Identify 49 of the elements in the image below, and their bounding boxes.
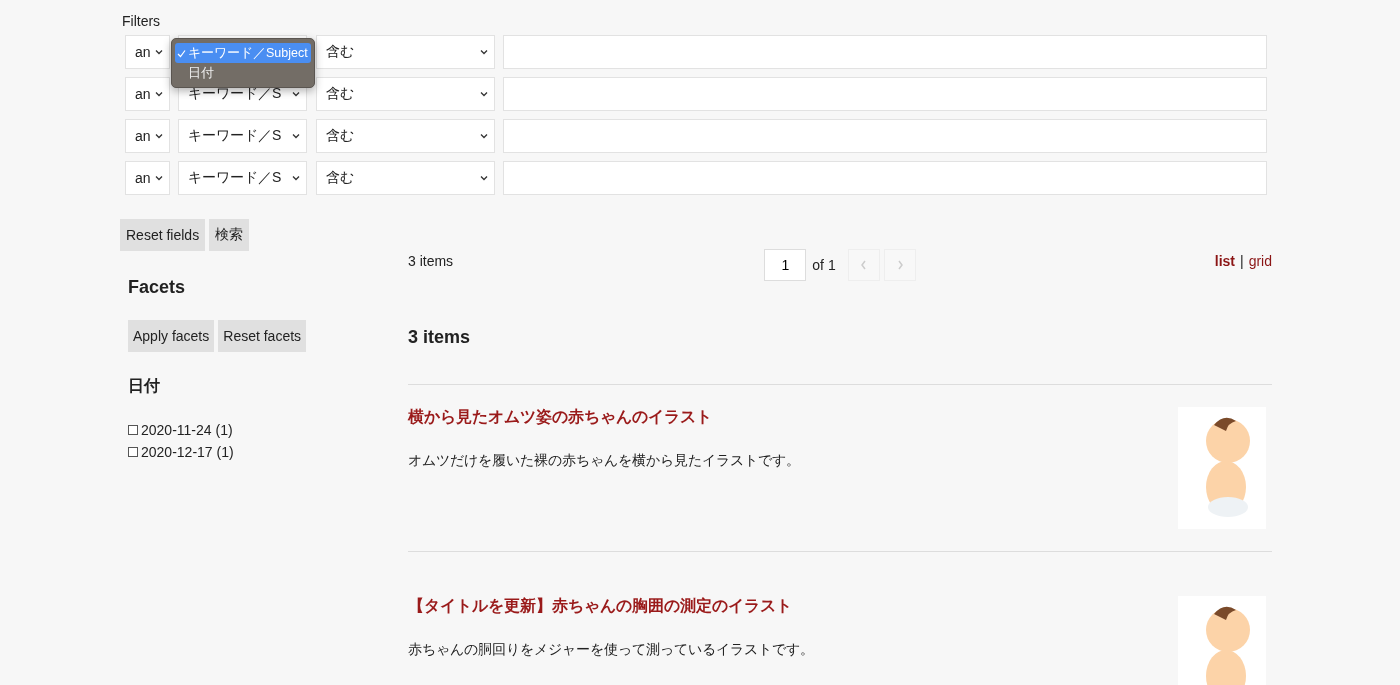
view-link[interactable]: list (1214, 253, 1235, 269)
item-description: 赤ちゃんの胴回りをメジャーを使って測っているイラストです。 (408, 641, 814, 659)
separator: | (1240, 253, 1244, 269)
results-heading: 3 items (408, 327, 472, 348)
chevron-down-icon (155, 133, 163, 139)
conjunction-select[interactable]: an (125, 77, 170, 111)
field-select[interactable]: キーワード／S (178, 161, 307, 195)
filters-label: Filters (122, 13, 161, 29)
operator-select[interactable]: 含む (316, 35, 495, 69)
chevron-down-icon (155, 175, 163, 181)
facet-group-heading: 日付 (128, 376, 161, 396)
item-title-link[interactable]: 【タイトルを更新】赤ちゃんの胸囲の測定のイラスト (408, 596, 792, 617)
filter-value-field[interactable] (503, 35, 1267, 69)
conjunction-select[interactable]: an (125, 119, 170, 153)
facet-option-label: 2020-11-24 (1) (141, 422, 233, 438)
operator-select[interactable]: 含む (316, 161, 495, 195)
item-description: オムツだけを履いた裸の赤ちゃんを横から見たイラストです。 (408, 452, 800, 470)
conjunction-select[interactable]: an (125, 35, 170, 69)
operator-select[interactable]: 含む (316, 77, 495, 111)
chevron-down-icon (292, 133, 300, 139)
chevron-down-icon (480, 175, 488, 181)
chevron-down-icon (480, 91, 488, 97)
apply-facets-button[interactable]: Apply facets (128, 320, 215, 352)
chevron-down-icon (155, 49, 163, 55)
reset-facets-button[interactable]: Reset facets (218, 320, 307, 352)
facets-heading: Facets (128, 277, 187, 298)
operator-select[interactable]: 含む (316, 119, 495, 153)
search-button[interactable]: 検索 (209, 219, 250, 251)
filter-value-field[interactable] (503, 77, 1267, 111)
conjunction-select[interactable]: an (125, 161, 170, 195)
item-count: 3 items (408, 252, 455, 269)
view-link[interactable]: grid (1248, 253, 1272, 269)
reset-fields-button[interactable]: Reset fields (120, 219, 206, 251)
filter-value-field[interactable] (503, 161, 1267, 195)
checkbox[interactable] (128, 425, 138, 435)
checkmark-icon (177, 48, 186, 58)
chevron-down-icon (155, 91, 163, 97)
filter-value-field[interactable] (503, 119, 1267, 153)
checkbox[interactable] (128, 447, 138, 457)
page-total: of 1 (812, 257, 836, 273)
chevron-down-icon (480, 133, 488, 139)
chevron-down-icon (480, 49, 488, 55)
chevron-down-icon (292, 91, 300, 97)
page-number-field[interactable]: 1 (764, 249, 807, 281)
facet-option-label: 2020-12-17 (1) (141, 444, 234, 460)
item-title-link[interactable]: 横から見たオムツ姿の赤ちゃんのイラスト (408, 407, 712, 428)
chevron-down-icon (292, 175, 300, 181)
field-select[interactable]: キーワード／S (178, 119, 307, 153)
chevron-left-icon (858, 259, 869, 271)
